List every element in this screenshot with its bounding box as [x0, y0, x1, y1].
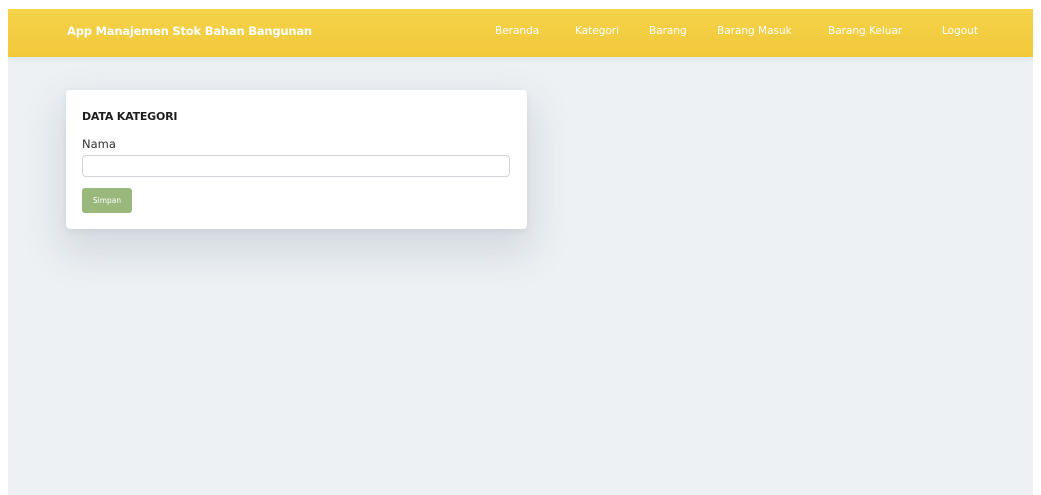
top-navbar: App Manajemen Stok Bahan Bangunan Berand…: [8, 9, 1033, 57]
nama-input[interactable]: [82, 155, 510, 177]
app-brand[interactable]: App Manajemen Stok Bahan Bangunan: [67, 24, 312, 38]
nav-link-logout[interactable]: Logout: [942, 25, 978, 37]
nav-link-barang[interactable]: Barang: [649, 25, 687, 37]
kategori-form-card: DATA KATEGORI Nama Simpan: [66, 90, 527, 229]
simpan-button[interactable]: Simpan: [82, 188, 132, 213]
form-title: DATA KATEGORI: [82, 110, 178, 123]
nama-label: Nama: [82, 137, 116, 151]
nav-link-beranda[interactable]: Beranda: [495, 25, 539, 37]
app-window: App Manajemen Stok Bahan Bangunan Berand…: [8, 9, 1033, 495]
nav-link-kategori[interactable]: Kategori: [575, 25, 619, 37]
nav-link-barang-keluar[interactable]: Barang Keluar: [828, 25, 902, 37]
nav-link-barang-masuk[interactable]: Barang Masuk: [717, 25, 792, 37]
